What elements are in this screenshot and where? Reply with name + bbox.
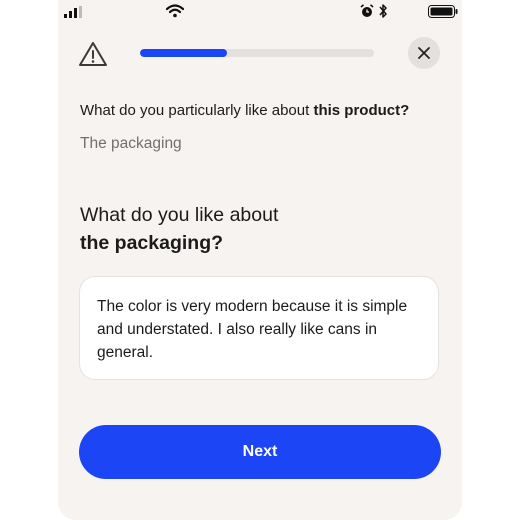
previous-question-bold: this product? [313, 102, 410, 119]
close-icon [418, 47, 430, 59]
previous-question-prefix: What do you particularly like about [80, 102, 314, 119]
progress-bar [140, 49, 374, 57]
bluetooth-icon [379, 4, 387, 18]
next-button[interactable]: Next [79, 425, 441, 479]
question-line-1: What do you like about [80, 204, 279, 226]
wifi-icon [166, 4, 184, 18]
progress-fill [140, 49, 227, 57]
signal-icon [64, 6, 82, 18]
question-heading: What do you like about the packaging? [80, 201, 440, 257]
status-bar [58, 0, 462, 24]
previous-answer: The packaging [80, 135, 182, 152]
answer-input[interactable]: The color is very modern because it is s… [79, 276, 439, 380]
close-button[interactable] [408, 37, 440, 69]
answer-text: The color is very modern because it is s… [97, 298, 408, 361]
question-line-2: the packaging? [80, 232, 224, 254]
battery-icon [428, 5, 458, 18]
survey-screen: What do you particularly like about this… [58, 0, 462, 520]
warning-icon[interactable] [78, 40, 108, 68]
previous-question: What do you particularly like about this… [80, 102, 450, 119]
alarm-icon [360, 4, 374, 17]
